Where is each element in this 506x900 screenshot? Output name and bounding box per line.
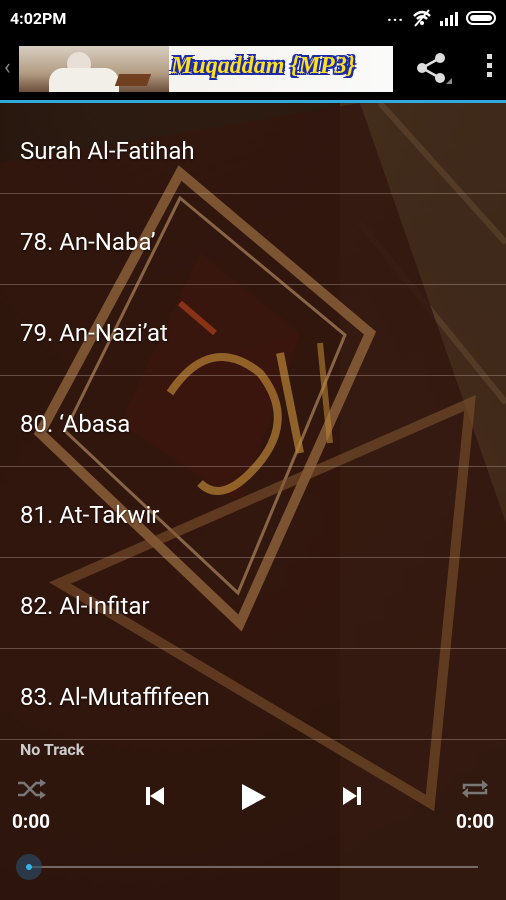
- banner-photo: [19, 46, 169, 92]
- signal-icon: [440, 10, 458, 26]
- skip-previous-icon[interactable]: [143, 784, 167, 808]
- list-item[interactable]: 83. Al-Mutaffifeen: [0, 649, 506, 740]
- track-label: 80. ‘Abasa: [20, 410, 131, 438]
- track-label: 83. Al-Mutaffifeen: [20, 683, 210, 711]
- repeat-icon[interactable]: [460, 777, 490, 801]
- shuffle-icon[interactable]: [16, 777, 46, 801]
- seek-thumb[interactable]: [16, 854, 42, 880]
- track-label: 81. At-Takwir: [20, 501, 160, 529]
- battery-icon: [466, 11, 496, 25]
- track-label: 78. An-Naba’: [20, 228, 156, 256]
- list-item[interactable]: 81. At-Takwir: [0, 467, 506, 558]
- list-item[interactable]: 80. ‘Abasa: [0, 376, 506, 467]
- banner-title: Muqaddam {MP3}: [171, 53, 356, 79]
- total-time: 0:00: [455, 810, 494, 833]
- track-label: 82. Al-Infitar: [20, 592, 150, 620]
- status-time: 4:02PM: [10, 9, 67, 28]
- play-icon[interactable]: [238, 782, 268, 812]
- share-icon[interactable]: [412, 50, 452, 86]
- wifi-off-icon: [413, 9, 431, 27]
- notification-dots: ...: [387, 5, 404, 25]
- overflow-menu-icon[interactable]: [480, 50, 498, 86]
- status-icons: ...: [387, 5, 496, 28]
- seek-bar[interactable]: [28, 866, 478, 868]
- list-item[interactable]: 82. Al-Infitar: [0, 558, 506, 649]
- track-label: 79. An-Nazi’at: [20, 319, 168, 347]
- player-controls: No Track 0:00 0:00: [0, 730, 506, 900]
- skip-next-icon[interactable]: [340, 784, 364, 808]
- now-playing-label: No Track: [20, 740, 85, 759]
- app-banner: Muqaddam {MP3}: [19, 46, 393, 92]
- list-item[interactable]: 78. An-Naba’: [0, 194, 506, 285]
- list-item[interactable]: 79. An-Nazi’at: [0, 285, 506, 376]
- back-chevron-icon[interactable]: ‹: [4, 55, 11, 80]
- list-item[interactable]: Surah Al-Fatihah: [0, 103, 506, 194]
- status-bar: 4:02PM ...: [0, 0, 506, 36]
- track-label: Surah Al-Fatihah: [20, 137, 195, 165]
- elapsed-time: 0:00: [12, 810, 51, 833]
- track-list: Surah Al-Fatihah 78. An-Naba’ 79. An-Naz…: [0, 103, 506, 740]
- action-bar: ‹ Muqaddam {MP3}: [0, 36, 506, 102]
